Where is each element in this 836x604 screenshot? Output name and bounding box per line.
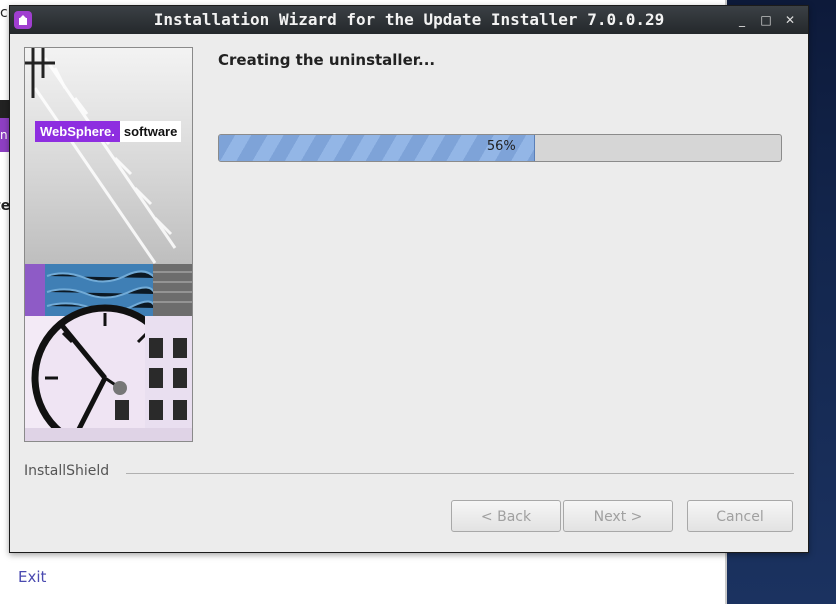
software-logo-text: software: [119, 120, 182, 142]
installer-dialog: Installation Wizard for the Update Insta…: [9, 5, 809, 553]
websphere-artwork: WebSphere. software: [24, 47, 193, 442]
installshield-label: InstallShield: [24, 463, 110, 479]
artwork-graphic: [25, 48, 192, 441]
next-button[interactable]: Next >: [563, 500, 673, 532]
exit-link[interactable]: Exit: [18, 568, 46, 586]
progress-bar: 56%: [218, 134, 782, 162]
separator-line: [126, 473, 794, 474]
back-button[interactable]: < Back: [451, 500, 561, 532]
progress-label: 56%: [486, 139, 516, 154]
status-message: Creating the uninstaller...: [218, 51, 436, 69]
maximize-icon[interactable]: □: [758, 12, 774, 28]
background-text-fragment: c: [0, 5, 8, 21]
background-text-fragment: n: [0, 128, 8, 142]
close-icon[interactable]: ✕: [782, 12, 798, 28]
minimize-icon[interactable]: _: [734, 12, 750, 28]
title-bar[interactable]: Installation Wizard for the Update Insta…: [10, 6, 808, 34]
websphere-logo-text: WebSphere.: [35, 120, 120, 142]
websphere-logo: WebSphere. software: [35, 120, 182, 142]
cancel-button[interactable]: Cancel: [687, 500, 793, 532]
window-title: Installation Wizard for the Update Insta…: [153, 10, 665, 29]
